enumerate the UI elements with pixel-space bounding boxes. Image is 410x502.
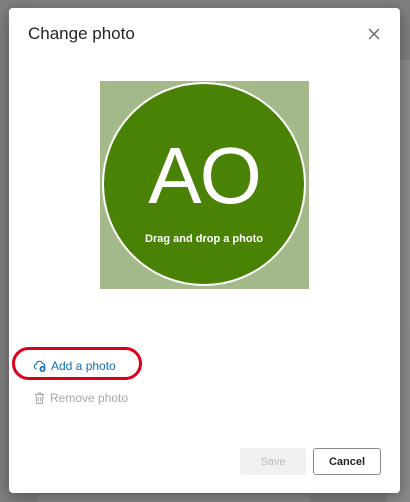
- close-icon: [368, 28, 380, 40]
- change-photo-dialog: Change photo AO Drag and drop a photo Ad…: [9, 8, 400, 493]
- add-photo-button[interactable]: Add a photo: [33, 359, 116, 373]
- save-button[interactable]: Save: [240, 448, 306, 475]
- remove-photo-button[interactable]: Remove photo: [33, 391, 128, 405]
- cancel-button[interactable]: Cancel: [313, 448, 381, 475]
- trash-icon: [35, 392, 44, 404]
- avatar-initials: AO: [148, 131, 262, 220]
- drag-drop-hint: Drag and drop a photo: [145, 233, 263, 245]
- add-photo-label: Add a photo: [51, 359, 116, 373]
- cloud-add-icon: [33, 360, 46, 372]
- background-card: [38, 494, 310, 502]
- remove-photo-label: Remove photo: [50, 391, 129, 405]
- avatar: AO Drag and drop a photo: [102, 82, 306, 286]
- close-button[interactable]: [365, 25, 383, 43]
- photo-drop-zone[interactable]: AO Drag and drop a photo: [100, 81, 309, 289]
- dialog-title: Change photo: [28, 24, 135, 43]
